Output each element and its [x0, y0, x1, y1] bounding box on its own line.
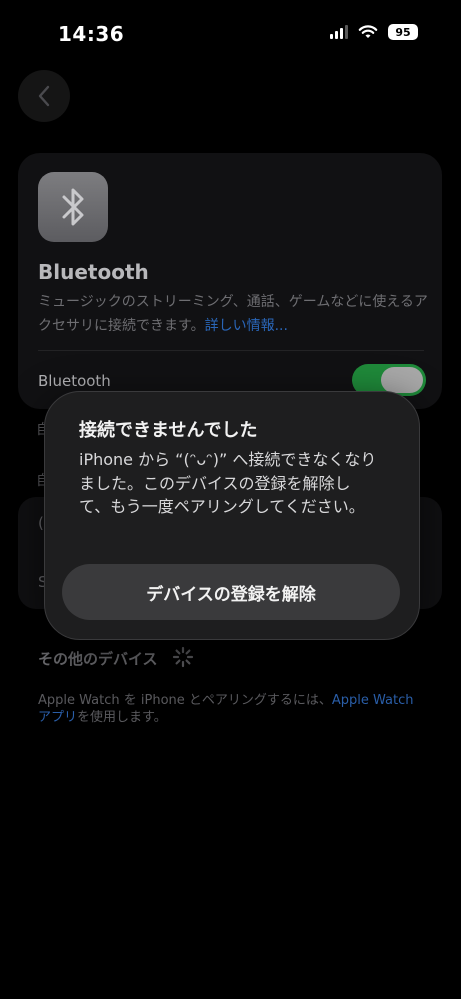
bluetooth-toggle-label: Bluetooth — [38, 372, 111, 390]
footer-text-suffix: を使用します。 — [77, 710, 167, 725]
learn-more-link[interactable]: 詳しい情報... — [205, 318, 288, 334]
bluetooth-card-description: ミュージックのストリーミング、通話、ゲームなどに使えるアクセサリに接続できます。… — [38, 290, 428, 338]
chevron-left-icon — [38, 85, 50, 107]
forget-device-button[interactable]: デバイスの登録を解除 — [62, 564, 400, 620]
footer-text-prefix: Apple Watch を iPhone とペアリングするには、 — [38, 693, 332, 708]
other-devices-header: その他のデバイス — [38, 650, 158, 668]
device-row-name[interactable]: ( — [38, 514, 44, 532]
alert-title: 接続できませんでした — [79, 420, 258, 441]
card-divider — [38, 350, 424, 351]
alert-message: iPhone から “(ᵔᴗᵔ)” へ接続できなくなりました。このデバイスの登録… — [79, 450, 377, 516]
back-button[interactable] — [18, 70, 70, 122]
toggle-knob — [381, 367, 423, 393]
apple-watch-footer: Apple Watch を iPhone とペアリングするには、Apple Wa… — [38, 692, 428, 726]
loading-spinner-icon — [172, 646, 194, 668]
bluetooth-icon — [62, 188, 84, 226]
bluetooth-app-icon — [38, 172, 108, 242]
bluetooth-card-title: Bluetooth — [38, 260, 149, 284]
